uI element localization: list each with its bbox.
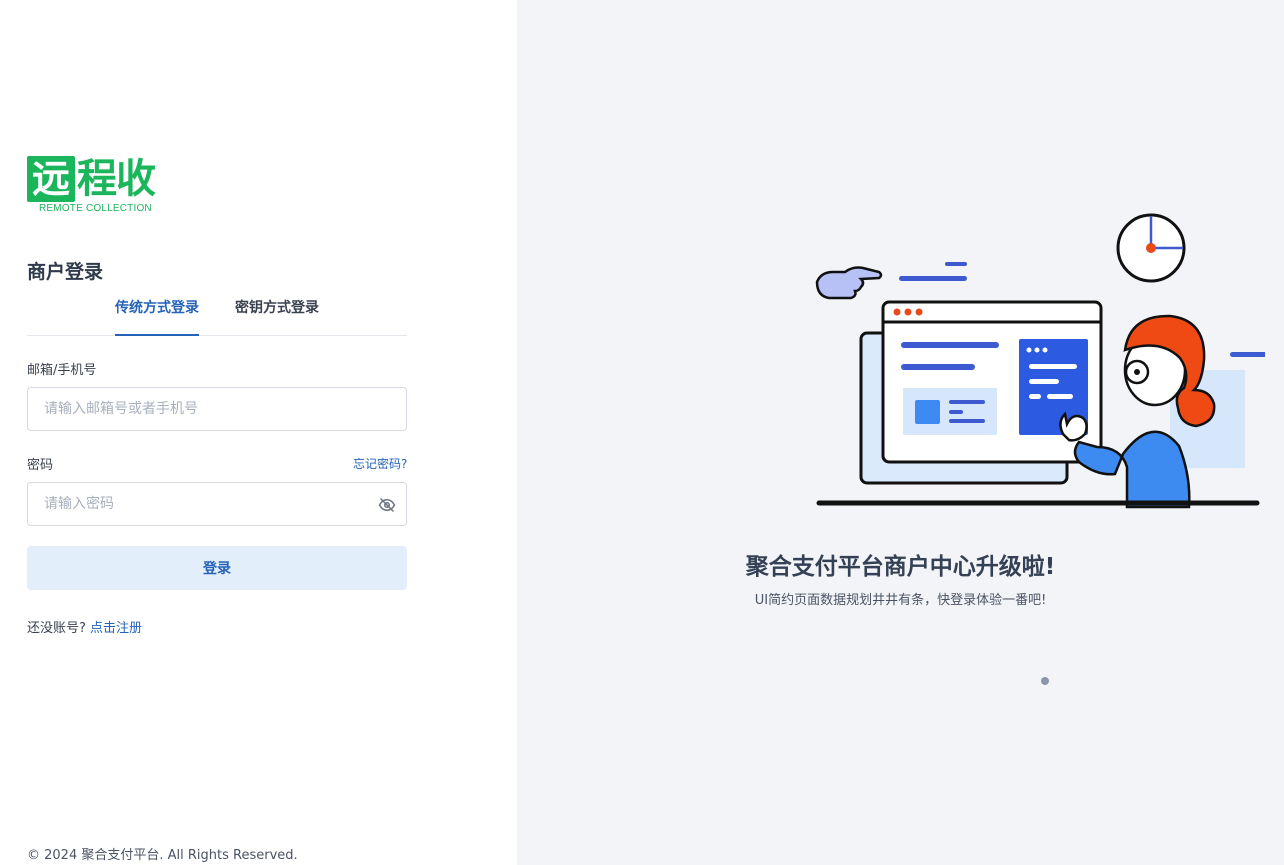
- login-button[interactable]: 登录: [27, 546, 407, 590]
- email-label: 邮箱/手机号: [27, 363, 97, 378]
- promo-panel: [517, 0, 1284, 865]
- forgot-password-link[interactable]: 忘记密码?: [353, 455, 407, 472]
- register-prompt-text: 还没账号?: [27, 621, 86, 636]
- logo: 远 程收 REMOTE COLLECTION: [27, 156, 169, 216]
- email-field[interactable]: [28, 388, 406, 430]
- password-field[interactable]: [28, 483, 406, 525]
- password-field-wrapper: [27, 482, 407, 526]
- register-link[interactable]: 点击注册: [90, 621, 142, 636]
- email-field-wrapper: [27, 387, 407, 431]
- carousel-dot[interactable]: [1041, 677, 1049, 685]
- footer-copyright: © 2024 聚合支付平台. All Rights Reserved.: [27, 848, 298, 863]
- logo-subtitle: REMOTE COLLECTION: [39, 203, 152, 214]
- page-title: 商户登录: [27, 261, 104, 283]
- login-tabs: 传统方式登录 密钥方式登录: [27, 296, 407, 336]
- clock-icon: [1116, 213, 1186, 283]
- eye-off-icon[interactable]: [378, 496, 396, 514]
- register-prompt: 还没账号? 点击注册: [27, 617, 142, 636]
- logo-text: 程收: [77, 156, 156, 202]
- password-label: 密码: [27, 458, 54, 473]
- promo-title: 聚合支付平台商户中心升级啦!: [745, 554, 1056, 580]
- pointing-hand-icon: [815, 266, 883, 300]
- promo-illustration: [815, 213, 1265, 509]
- tab-key-login[interactable]: 密钥方式登录: [235, 296, 319, 336]
- promo-subtitle: UI简约页面数据规划井井有条，快登录体验一番吧!: [754, 593, 1047, 608]
- login-panel: 远 程收 REMOTE COLLECTION 商户登录 传统方式登录 密钥方式登…: [0, 0, 517, 865]
- logo-mark: 远: [27, 156, 75, 202]
- tab-traditional-login[interactable]: 传统方式登录: [115, 296, 199, 336]
